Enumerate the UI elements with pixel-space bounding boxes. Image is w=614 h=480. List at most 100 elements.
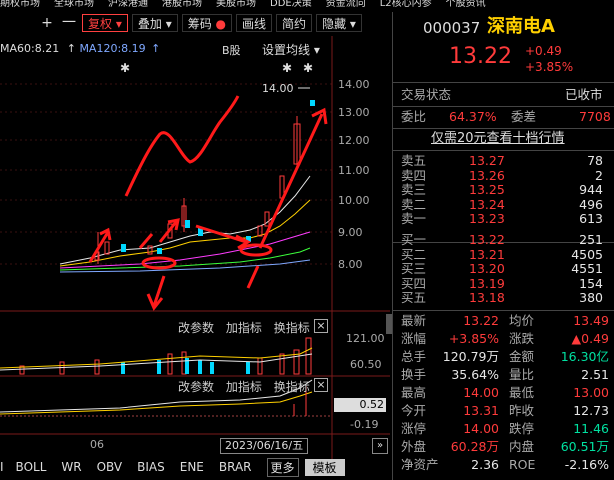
price-tick-label: 10.00 xyxy=(338,194,370,207)
nav-item[interactable]: 期权市场 xyxy=(0,0,40,9)
ma-legend: MA60:8.21 ↑ MA120:8.19 ↑ xyxy=(0,42,160,55)
simple-button[interactable]: 简约 xyxy=(276,14,313,32)
price-change-pct: +3.85% xyxy=(525,60,574,74)
quote-label: 跌停 xyxy=(509,421,535,436)
set-ma-dropdown[interactable]: 设置均线 ▾ xyxy=(262,41,320,58)
quote-row: 今开 13.31 昨收 12.73 xyxy=(393,402,614,420)
indicator-tab[interactable]: BRAR xyxy=(219,460,252,474)
asks-price: 13.25 xyxy=(469,182,505,198)
quote-label: 最新 xyxy=(401,313,427,328)
asks-label: 卖五 xyxy=(401,153,427,168)
bgu-link[interactable]: B股 xyxy=(222,42,241,58)
quote-value: 60.28万 xyxy=(450,439,499,454)
fuquan-dropdown[interactable]: 复权 ▾ xyxy=(82,14,128,32)
indicator-tab[interactable]: BOLL xyxy=(16,460,47,474)
asks-price: 13.23 xyxy=(469,211,505,227)
nav-item[interactable]: DDE决策 xyxy=(270,0,312,9)
quote-value: 16.30亿 xyxy=(560,349,609,364)
l2-link-row: 仅需20元查看十档行情 xyxy=(393,130,614,148)
quote-label: 换手 xyxy=(401,367,427,382)
quote-row: 最新 13.22 均价 13.49 xyxy=(393,312,614,330)
nav-item[interactable]: 港股市场 xyxy=(162,0,202,9)
asks-price: 13.24 xyxy=(469,196,505,212)
asks-label: 卖三 xyxy=(401,182,427,198)
nav-item[interactable]: 全球市场 xyxy=(54,0,94,9)
indicator-tab[interactable]: ENE xyxy=(180,460,204,474)
volume-axis-mid: 60.50 xyxy=(350,358,382,371)
asks-price: 13.27 xyxy=(469,153,505,168)
price-tick-label: 11.00 xyxy=(338,164,370,177)
indicator-tab[interactable]: I xyxy=(0,460,4,474)
asks-label: 卖二 xyxy=(401,196,427,212)
bids-price: 13.18 xyxy=(469,290,505,306)
candles xyxy=(94,100,315,264)
template-button[interactable]: 模板 xyxy=(304,458,345,476)
quote-value: ▲0.49 xyxy=(571,331,609,346)
quote-value: 13.00 xyxy=(573,385,609,400)
overlay-dropdown[interactable]: 叠加 ▾ xyxy=(131,14,178,32)
quote-value: 14.00 xyxy=(463,421,499,436)
volume-swap-indicator[interactable]: 换指标 xyxy=(274,321,310,335)
l2-upgrade-link[interactable]: 仅需20元查看十档行情 xyxy=(431,130,565,148)
asks-volume: 944 xyxy=(579,182,603,198)
indicator-swap-indicator[interactable]: 换指标 xyxy=(274,380,310,394)
volume-add-indicator[interactable]: 加指标 xyxy=(226,321,262,335)
zoom-in-button[interactable]: + xyxy=(38,14,56,32)
bids-row: 买一 13.22 251 xyxy=(393,232,614,247)
indicator-tab[interactable]: OBV xyxy=(97,460,123,474)
double-chevron-right-icon[interactable]: » xyxy=(372,438,388,454)
kline-chart-area[interactable]: ✱ ✱ ✱ MA60:8.21 ↑ MA120:8.19 ↑ B股 设置均线 ▾… xyxy=(0,36,390,480)
draw-line-button[interactable]: 画线 xyxy=(236,14,273,32)
red-dot-icon: ● xyxy=(211,17,227,31)
chip-label: 筹码 xyxy=(187,17,212,31)
quote-row: 涨幅 +3.85% 涨跌 ▲0.49 xyxy=(393,330,614,348)
indicator-tab-bar: I BOLL WR OBV BIAS ENE BRAR 更多 模板 xyxy=(0,457,390,477)
quote-label: 净资产 xyxy=(401,457,439,472)
nav-item[interactable]: L2核心内参 xyxy=(380,0,432,9)
bids-row: 买四 13.19 154 xyxy=(393,276,614,291)
stock-name: 深南电A xyxy=(487,16,555,37)
high-price-label: 14.00 xyxy=(262,82,294,95)
hide-dropdown[interactable]: 隐藏 ▾ xyxy=(316,14,362,32)
nav-item[interactable]: 沪深港通 xyxy=(108,0,148,9)
status-row: 交易状态 已收市 xyxy=(393,86,614,104)
date-axis-label: 06 xyxy=(90,438,104,451)
price-tick-label: 8.00 xyxy=(338,258,363,271)
volume-panel-close-button[interactable]: × xyxy=(314,319,328,333)
indicator-tab[interactable]: BIAS xyxy=(137,460,165,474)
zoom-out-button[interactable]: 一 xyxy=(60,14,78,32)
quote-value: 2.51 xyxy=(581,367,609,382)
nav-item[interactable]: 美股市场 xyxy=(216,0,256,9)
asks-row: 卖四 13.26 2 xyxy=(393,168,614,183)
indicator-axis-bottom: -0.19 xyxy=(350,418,379,431)
asks-volume: 2 xyxy=(595,167,603,183)
stock-header: 000037 深南电A xyxy=(393,18,614,42)
volume-change-params[interactable]: 改参数 xyxy=(178,321,214,335)
asks-label: 卖一 xyxy=(401,211,427,227)
quote-row: 换手 35.64% 量比 2.51 xyxy=(393,366,614,384)
indicator-tab[interactable]: WR xyxy=(61,460,81,474)
svg-text:✱: ✱ xyxy=(303,61,313,75)
indicator-panel-close-button[interactable]: × xyxy=(314,378,328,392)
ma60-label: MA60:8.21 xyxy=(0,42,60,55)
indicator-add-indicator[interactable]: 加指标 xyxy=(226,380,262,394)
quote-value: 13.31 xyxy=(463,403,499,418)
quote-value: 13.22 xyxy=(463,313,499,328)
bids-price: 13.21 xyxy=(469,246,505,262)
bids-volume: 251 xyxy=(579,232,603,247)
nav-item[interactable]: 个股资讯 xyxy=(446,0,486,9)
asks-price: 13.26 xyxy=(469,167,505,183)
quote-row: 涨停 14.00 跌停 11.46 xyxy=(393,420,614,438)
quote-value: +3.85% xyxy=(448,331,499,346)
chip-button[interactable]: 筹码 ● xyxy=(181,14,233,32)
ma120-label: MA120:8.19 xyxy=(79,42,146,55)
quote-value: 2.36 xyxy=(471,457,499,472)
bids-volume: 4505 xyxy=(571,246,603,262)
indicator-change-params[interactable]: 改参数 xyxy=(178,380,214,394)
quote-value: 13.49 xyxy=(573,313,609,328)
bids-price: 13.22 xyxy=(469,232,505,247)
more-tabs-button[interactable]: 更多 xyxy=(266,457,299,477)
nav-item[interactable]: 资金流向 xyxy=(326,0,366,9)
quote-label: 最低 xyxy=(509,385,535,400)
bids-volume: 154 xyxy=(579,275,603,291)
